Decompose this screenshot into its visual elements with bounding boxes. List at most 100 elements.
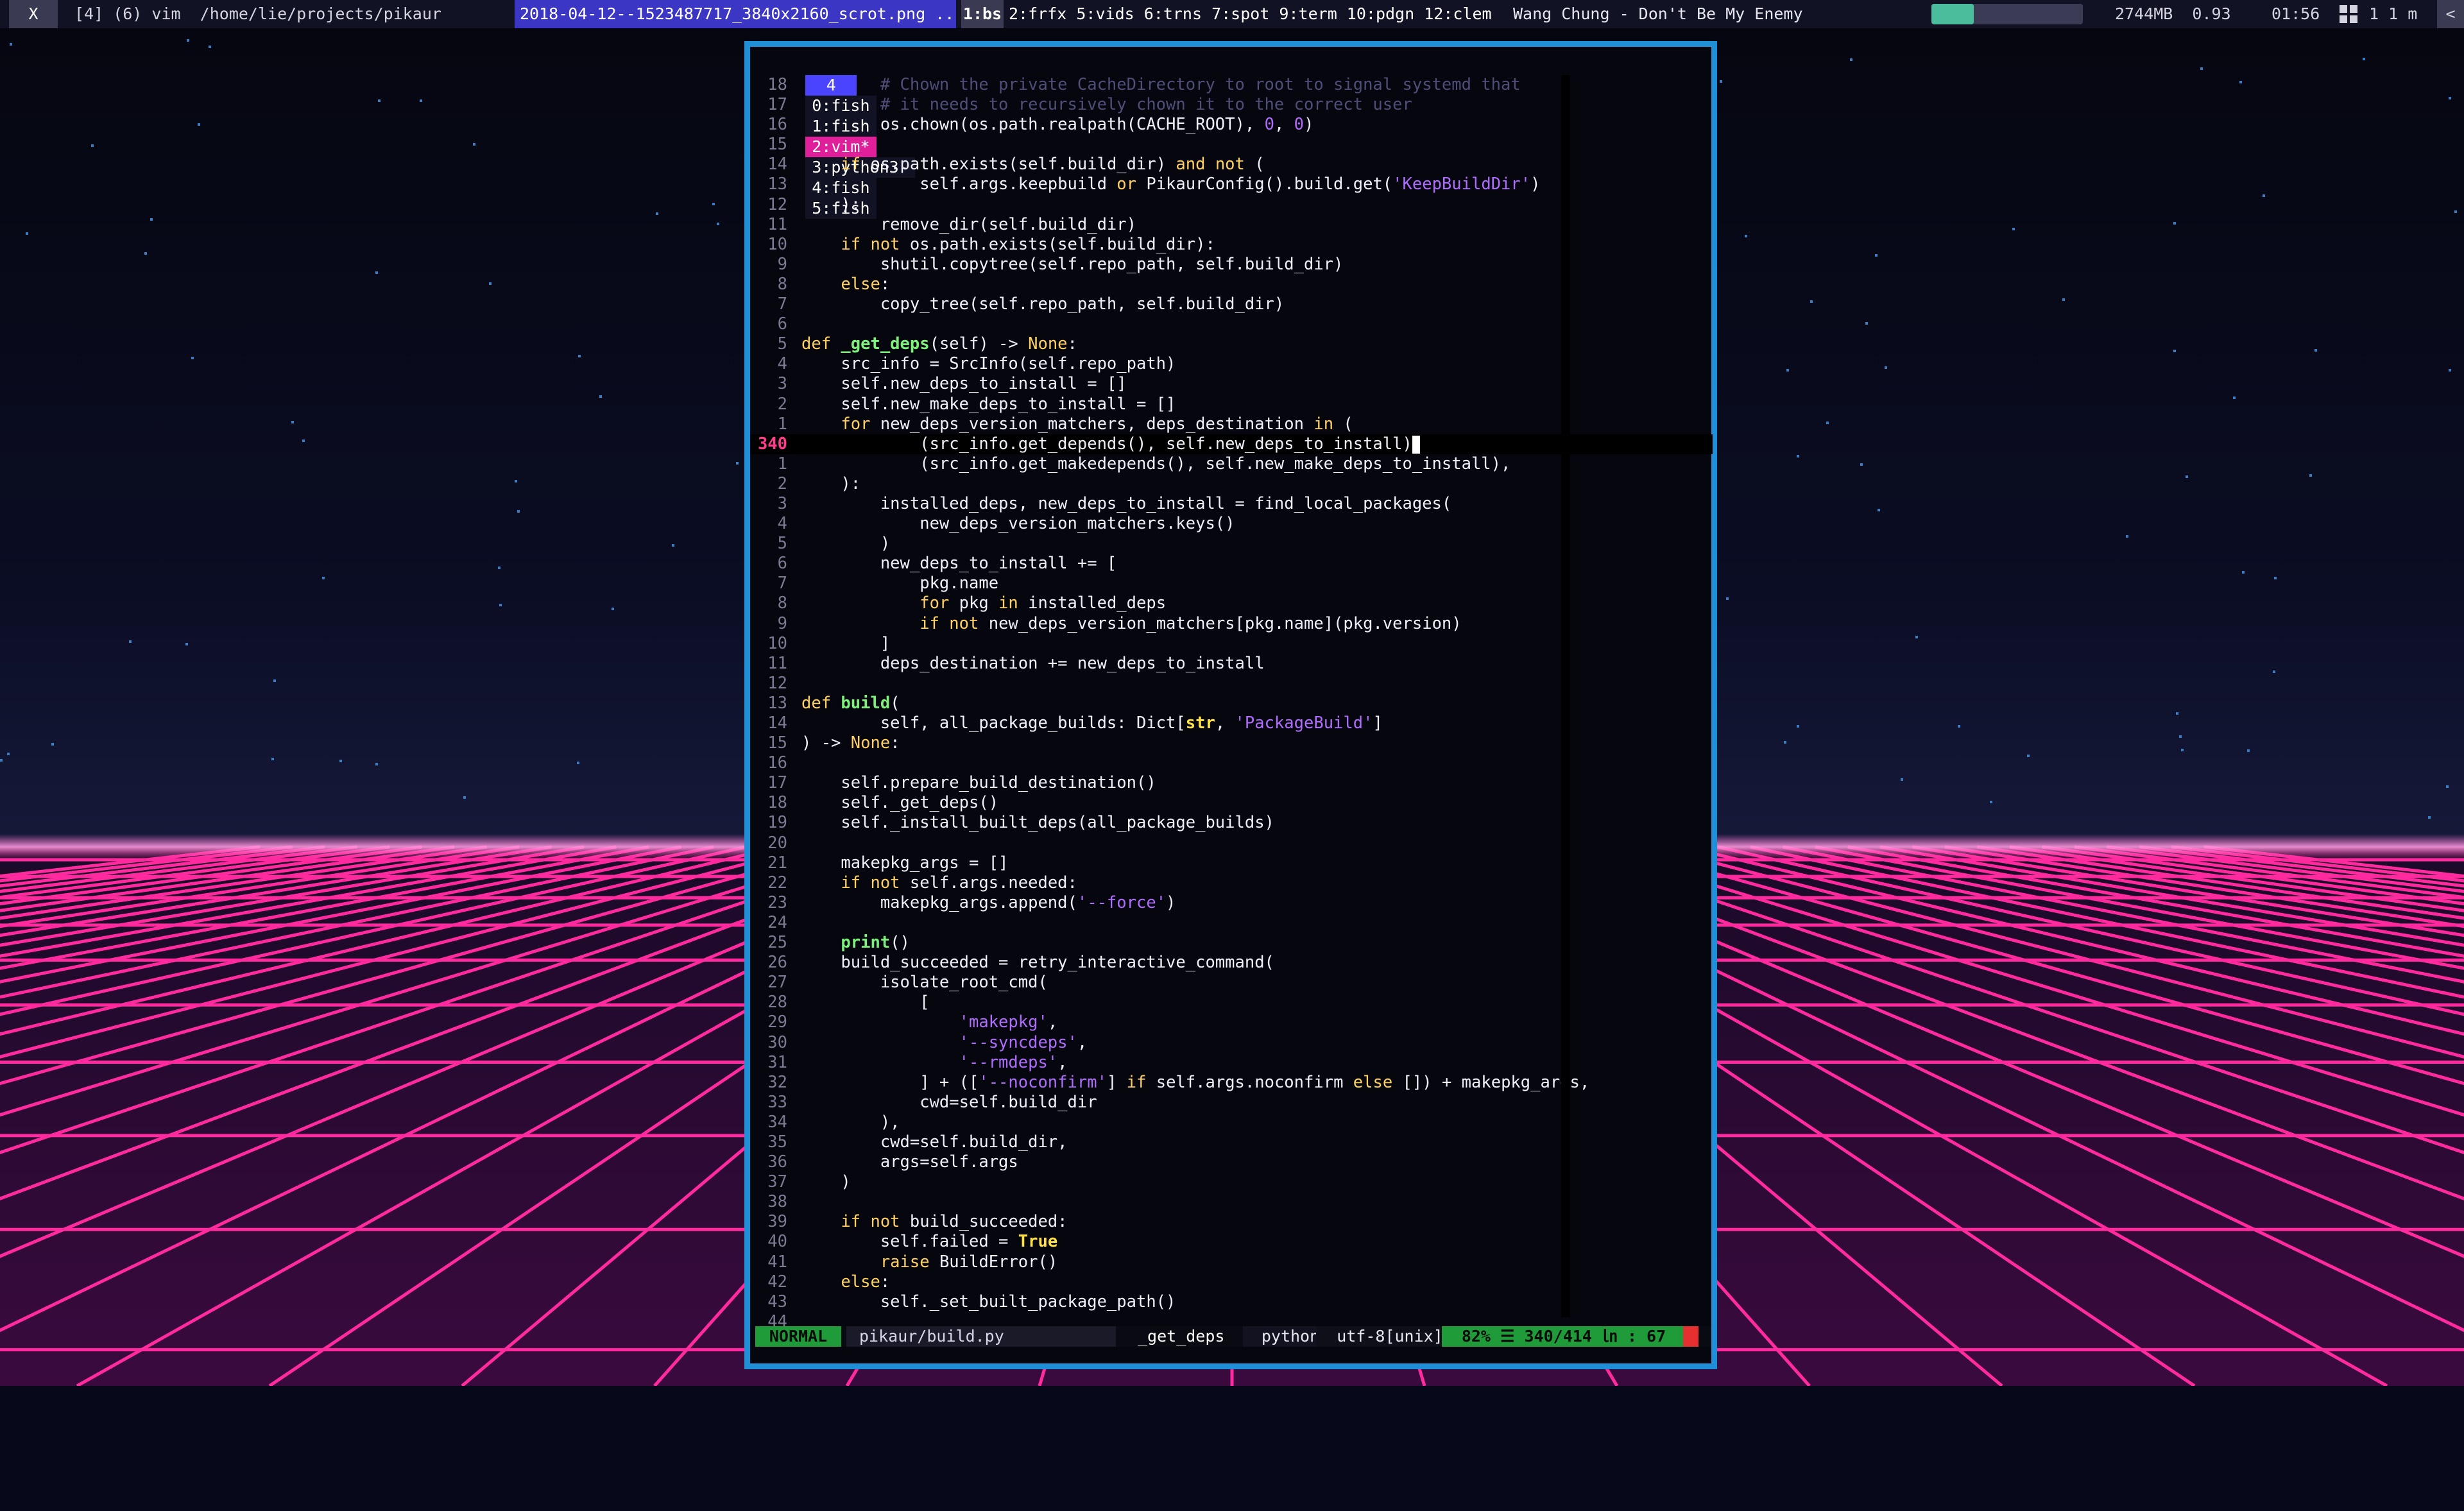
star <box>144 252 147 255</box>
star <box>1726 597 1729 600</box>
code-token: ) <box>1304 115 1314 135</box>
star <box>291 421 294 423</box>
code-text: print() <box>801 933 909 953</box>
star <box>1875 254 1878 257</box>
star <box>2176 712 2178 715</box>
star <box>1990 801 1992 803</box>
line-number: 5 <box>777 334 787 354</box>
line-number: 24 <box>767 912 787 932</box>
layout-grid-icon[interactable] <box>2338 4 2359 24</box>
code-token: ): <box>801 194 861 214</box>
volume-bar[interactable] <box>1931 4 2083 24</box>
code-text: else: <box>801 275 890 295</box>
code-text: os.chown(os.path.realpath(CACHE_ROOT), 0… <box>801 115 1314 135</box>
star <box>463 796 466 799</box>
workspace-active[interactable]: 1:bs <box>961 0 1004 28</box>
code-text: else: <box>801 1272 890 1292</box>
star <box>517 510 520 513</box>
code-token: (self) -> <box>929 334 1029 354</box>
code-text: # it needs to recursively chown it to th… <box>801 95 1412 115</box>
code-token: : <box>880 1272 891 1292</box>
code-text: self.args.keepbuild or PikaurConfig().bu… <box>801 175 1540 194</box>
code-token: os.path.exists(self.build_dir): <box>900 234 1215 254</box>
code-text: makepkg_args = [] <box>801 853 1008 873</box>
line-number: 9 <box>777 254 787 274</box>
code-token: ) -> <box>801 733 851 753</box>
code-text: self._set_built_package_path() <box>801 1292 1176 1312</box>
code-token: str <box>1185 713 1215 733</box>
line-number: 4 <box>777 514 787 534</box>
star <box>7 753 10 755</box>
code-token: '--noconfirm' <box>979 1072 1107 1092</box>
line-number: 11 <box>767 653 787 673</box>
code-token: BuildError() <box>929 1252 1058 1272</box>
code-token: , <box>1047 1012 1058 1032</box>
line-number: 36 <box>767 1152 787 1172</box>
code-token: def <box>801 693 832 713</box>
line-number: 43 <box>767 1292 787 1311</box>
code-token: _get_deps <box>841 334 930 354</box>
line-number: 18 <box>767 793 787 813</box>
star <box>712 203 715 205</box>
code-token: self.failed = <box>801 1232 1018 1252</box>
code-token: self._get_deps() <box>801 793 999 813</box>
star <box>1786 369 1789 371</box>
line-number: 39 <box>767 1212 787 1232</box>
code-text: if not os.path.exists(self.build_dir): <box>801 235 1215 255</box>
terminal-window[interactable]: 4 0:fish 1:fish 2:vim* 3:python3- 4:fish… <box>744 41 1717 1369</box>
tag-indicators: 1 1 m <box>2369 4 2418 23</box>
code-token: ( <box>1333 414 1353 434</box>
star <box>2454 210 2457 213</box>
star <box>515 480 517 482</box>
chevron-left-icon[interactable]: < <box>2437 0 2464 28</box>
code-token: ): <box>801 474 861 493</box>
line-number: 19 <box>767 813 787 833</box>
clock: 01:56 <box>2272 4 2320 23</box>
star <box>26 232 28 235</box>
star <box>2186 475 2188 478</box>
line-number: 12 <box>767 673 787 693</box>
code-token: [ <box>801 993 930 1012</box>
code-token: ] <box>801 633 891 653</box>
code-token: None <box>850 733 891 753</box>
line-number: 42 <box>767 1272 787 1292</box>
cursor-position: 82% ☰ 340/414 ㏑ : 67 <box>1442 1326 1686 1347</box>
star <box>2247 749 2250 752</box>
star <box>378 99 381 102</box>
star <box>717 223 719 225</box>
line-number: 16 <box>767 115 787 135</box>
star <box>420 99 422 102</box>
star <box>198 123 200 126</box>
code-text: build_succeeded = retry_interactive_comm… <box>801 953 1274 973</box>
code-text: if not self.args.needed: <box>801 873 1077 893</box>
code-text: ] <box>801 634 890 654</box>
close-button[interactable]: X <box>9 0 58 28</box>
code-token: new_deps_version_matchers[pkg.name](pkg.… <box>979 613 1462 633</box>
line-number: 31 <box>767 1052 787 1072</box>
star <box>2263 194 2265 197</box>
file-tab[interactable]: 2018-04-12--1523487717_3840x2160_scrot.p… <box>515 0 956 28</box>
star <box>577 762 579 764</box>
code-token: '--syncdeps' <box>959 1032 1077 1052</box>
star <box>375 271 378 274</box>
code-token: makepkg_args = [] <box>801 853 1009 873</box>
workspace-list[interactable]: 2:frfx 5:vids 6:trns 7:spot 9:term 10:pd… <box>1009 0 1492 28</box>
star <box>2179 735 2182 738</box>
star <box>2449 369 2451 371</box>
star <box>2027 755 2030 757</box>
current-function: _get_deps <box>1120 1326 1230 1347</box>
code-token: 'KeepBuildDir' <box>1392 175 1531 194</box>
code-token: self.args.needed: <box>900 873 1077 892</box>
code-token: , <box>1057 1052 1068 1072</box>
line-number: 2 <box>777 474 787 493</box>
line-number: 13 <box>767 175 787 194</box>
code-token: ), <box>801 1112 900 1132</box>
code-token: # Chown the private CacheDirectory to ro… <box>801 75 1521 94</box>
code-token: src_info = SrcInfo(self.repo_path) <box>801 354 1176 374</box>
star <box>187 39 189 42</box>
code-text: ] + (['--noconfirm'] if self.args.noconf… <box>801 1073 1589 1093</box>
